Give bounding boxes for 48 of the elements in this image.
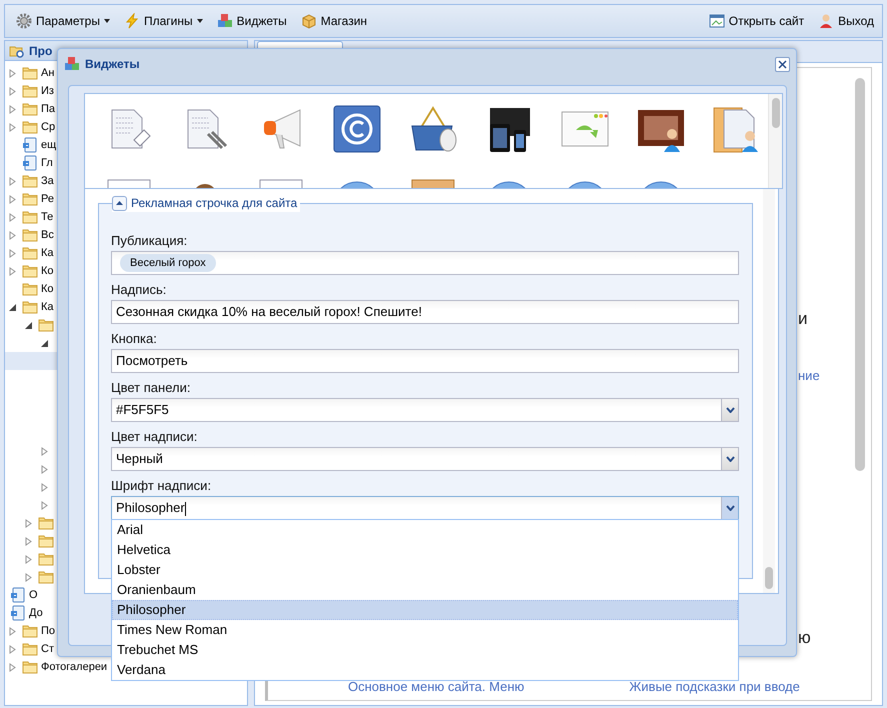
- field-label: Надпись:: [111, 281, 166, 298]
- tree-item[interactable]: Ан: [41, 64, 54, 82]
- toolbar-button[interactable]: Параметры: [14, 10, 112, 32]
- tree-item[interactable]: По: [41, 622, 56, 640]
- tree-item[interactable]: Из: [41, 82, 54, 100]
- field-label: Кнопка:: [111, 330, 157, 347]
- toolbar-button[interactable]: Выход: [816, 10, 876, 32]
- panel-title: Про: [29, 42, 52, 60]
- tree-item[interactable]: О: [29, 586, 38, 604]
- section-title: Рекламная строчка для сайта: [131, 195, 298, 212]
- dropdown-option[interactable]: Times New Roman: [112, 620, 738, 640]
- heading-text: ю: [798, 627, 811, 649]
- dropdown-option[interactable]: Oranienbaum: [112, 580, 738, 600]
- field-label: Публикация:: [111, 232, 188, 249]
- text-field[interactable]: Посмотреть: [111, 349, 739, 373]
- tree-item[interactable]: Ср: [41, 118, 56, 136]
- tree-item[interactable]: Ст: [41, 640, 54, 658]
- field-label: Цвет надписи:: [111, 428, 198, 445]
- heading-text: и: [798, 308, 808, 330]
- tree-item[interactable]: Ко: [41, 280, 54, 298]
- field-label: Цвет панели:: [111, 379, 190, 396]
- dropdown-option[interactable]: Arial: [112, 520, 738, 540]
- tree-item[interactable]: ещ: [41, 136, 56, 154]
- tree-item[interactable]: Ка: [41, 298, 54, 316]
- tree-item[interactable]: Те: [41, 208, 54, 226]
- tree-item[interactable]: Па: [41, 100, 56, 118]
- field-label: Шрифт надписи:: [111, 477, 212, 494]
- text-field[interactable]: Сезонная скидка 10% на веселый горох! Спешите!: [111, 300, 739, 324]
- toolbar-button[interactable]: Виджеты: [214, 10, 289, 32]
- tree-item[interactable]: Ко: [41, 262, 54, 280]
- dropdown-option[interactable]: Lobster: [112, 560, 738, 580]
- dropdown-option[interactable]: Trebuchet MS: [112, 640, 738, 660]
- tree-item[interactable]: Ре: [41, 190, 54, 208]
- tree-item[interactable]: За: [41, 172, 54, 190]
- tree-item[interactable]: Фотогалереи: [41, 658, 108, 676]
- tag-field[interactable]: Веселый горох: [111, 251, 739, 275]
- tree-item[interactable]: Вс: [41, 226, 54, 244]
- tag[interactable]: Веселый горох: [120, 254, 216, 272]
- tree-item[interactable]: Ка: [41, 244, 54, 262]
- dropdown-option[interactable]: Helvetica: [112, 540, 738, 560]
- dialog-title: Виджеты: [85, 56, 140, 73]
- toolbar-button[interactable]: Открыть сайт: [706, 10, 806, 32]
- dropdown-option[interactable]: Philosopher: [112, 600, 738, 620]
- toolbar-button[interactable]: Плагины: [122, 10, 205, 32]
- link[interactable]: ние: [798, 366, 820, 385]
- tree-item[interactable]: Гл: [41, 154, 53, 172]
- tree-item[interactable]: До: [29, 604, 43, 622]
- toolbar-button[interactable]: Магазин: [298, 10, 370, 32]
